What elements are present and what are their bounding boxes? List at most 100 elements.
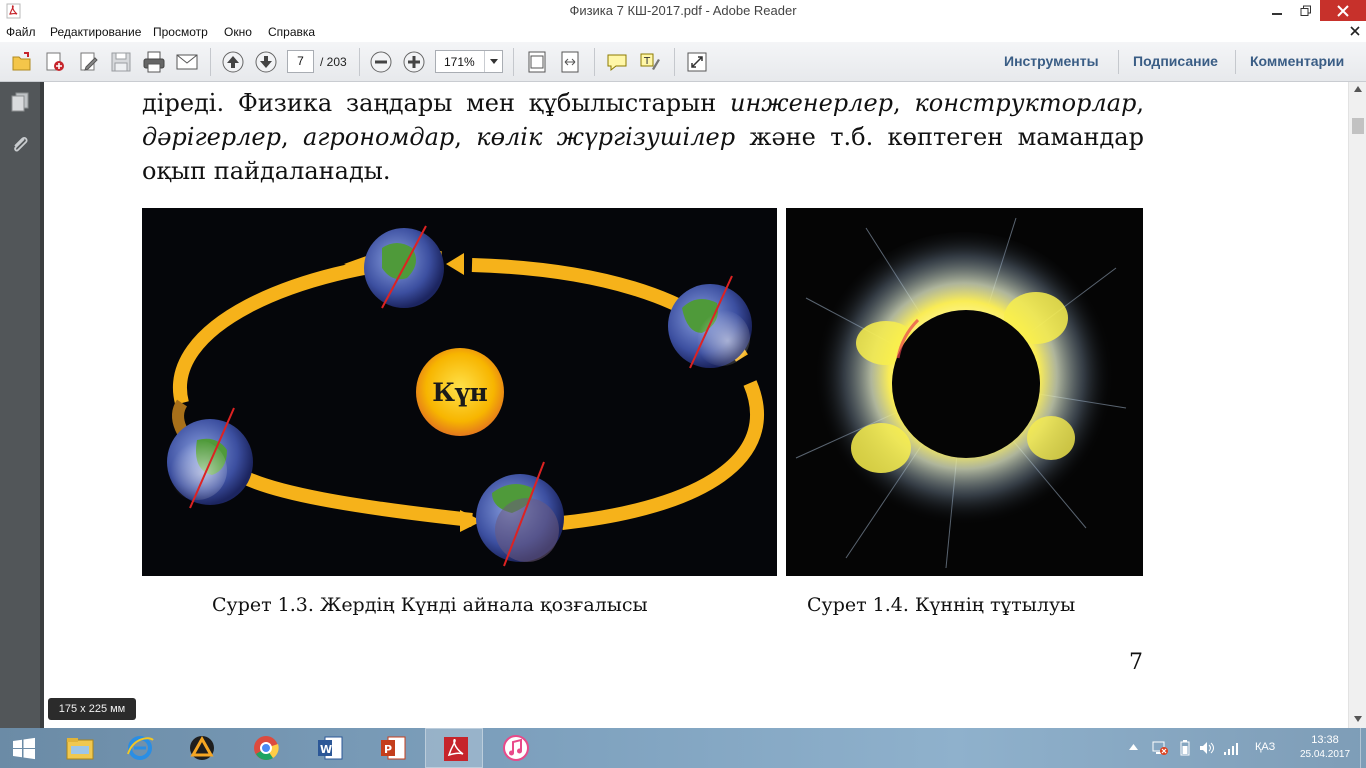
edit-button[interactable] <box>77 50 101 74</box>
file-explorer-icon <box>66 738 94 760</box>
close-icon <box>1337 4 1349 17</box>
save-icon <box>111 52 131 72</box>
page-number-input[interactable]: 7 <box>287 50 314 73</box>
document-view: діреді. Физика заңдары мен құбылыстарын … <box>44 82 1348 728</box>
taskbar-word[interactable]: W <box>300 728 358 768</box>
restore-icon <box>1300 5 1311 16</box>
fullscreen-icon <box>687 52 707 72</box>
windows-logo-icon <box>13 737 35 760</box>
zoom-select[interactable]: 171% <box>435 50 503 73</box>
toolbar-separator <box>1118 50 1119 74</box>
toolbar-separator <box>359 48 360 76</box>
menu-view[interactable]: Просмотр <box>153 25 208 39</box>
taskbar-aimp[interactable] <box>172 728 230 768</box>
itunes-icon <box>503 735 529 761</box>
volume-icon[interactable] <box>1199 740 1215 756</box>
minimize-button[interactable] <box>1262 0 1291 21</box>
page-up-icon <box>222 51 244 73</box>
minimize-icon <box>1271 12 1282 15</box>
tab-tools[interactable]: Инструменты <box>1004 53 1099 69</box>
close-document-icon[interactable] <box>1350 26 1360 36</box>
svg-text:T: T <box>643 56 651 67</box>
open-icon <box>12 52 31 71</box>
create-pdf-icon <box>46 52 64 71</box>
fit-width-icon <box>561 51 579 73</box>
page-thumbnails-icon[interactable] <box>9 91 31 113</box>
taskbar-chrome[interactable] <box>236 728 294 768</box>
main-toolbar: 7 / 203 171% T Инструменты Подписание Ко… <box>0 42 1366 82</box>
zoom-out-icon <box>370 51 392 73</box>
toolbar-separator <box>513 48 514 76</box>
next-page-button[interactable] <box>254 50 278 74</box>
tab-sign[interactable]: Подписание <box>1133 53 1218 69</box>
start-button[interactable] <box>0 728 48 768</box>
page-total: / 203 <box>320 55 347 69</box>
scroll-down-arrow-icon[interactable] <box>1354 716 1362 722</box>
solar-eclipse-figure <box>786 208 1143 576</box>
menu-window[interactable]: Окно <box>224 25 252 39</box>
zoom-dropdown-arrow[interactable] <box>484 51 502 72</box>
taskbar-itunes[interactable] <box>486 728 544 768</box>
signal-strength-icon[interactable] <box>1223 740 1239 756</box>
zoom-out-button[interactable] <box>369 50 393 74</box>
language-indicator[interactable]: ҚАЗ <box>1255 741 1275 753</box>
email-icon <box>176 54 198 70</box>
open-button[interactable] <box>10 50 34 74</box>
email-button[interactable] <box>175 50 199 74</box>
clock-time[interactable]: 13:38 <box>1302 734 1348 746</box>
sun-label: Күн <box>432 378 488 407</box>
battery-icon[interactable] <box>1180 740 1190 756</box>
window-title: Физика 7 КШ-2017.pdf - Adobe Reader <box>569 3 797 18</box>
figure-caption-1-4: Сурет 1.4. Күннің тұтылуы <box>807 594 1076 616</box>
zoom-value: 171% <box>444 55 475 69</box>
attachments-icon[interactable] <box>9 133 31 155</box>
chrome-icon <box>254 736 279 760</box>
aimp-icon <box>190 735 214 760</box>
tab-comment[interactable]: Комментарии <box>1250 53 1344 69</box>
menu-help[interactable]: Справка <box>268 25 315 39</box>
taskbar-ie[interactable] <box>110 728 168 768</box>
save-button[interactable] <box>109 50 133 74</box>
taskbar-powerpoint[interactable]: P <box>363 728 421 768</box>
taskbar-explorer[interactable] <box>50 728 108 768</box>
show-desktop-button[interactable] <box>1360 728 1366 768</box>
page-number-label: 7 <box>1129 650 1143 675</box>
navigation-pane <box>0 82 40 728</box>
chevron-down-icon <box>490 59 498 64</box>
powerpoint-icon: P <box>381 736 406 760</box>
fit-page-button[interactable] <box>525 50 549 74</box>
toolbar-separator <box>210 48 211 76</box>
fullscreen-button[interactable] <box>685 50 709 74</box>
scroll-up-arrow-icon[interactable] <box>1354 86 1362 92</box>
print-button[interactable] <box>142 50 166 74</box>
page-size-indicator: 175 x 225 мм <box>48 698 136 720</box>
previous-page-button[interactable] <box>221 50 245 74</box>
network-error-icon[interactable] <box>1152 740 1168 756</box>
adobe-reader-icon <box>444 737 468 761</box>
title-bar: Физика 7 КШ-2017.pdf - Adobe Reader <box>0 0 1366 22</box>
scrollbar-thumb[interactable] <box>1352 118 1364 134</box>
word-icon: W <box>318 736 343 760</box>
text-line-3: оқып пайдаланады. <box>142 157 391 185</box>
show-hidden-icons-icon[interactable] <box>1129 744 1138 750</box>
svg-text:P: P <box>384 743 392 756</box>
internet-explorer-icon <box>127 736 154 760</box>
vertical-scrollbar[interactable] <box>1348 82 1366 728</box>
taskbar-adobe-reader[interactable] <box>425 728 483 768</box>
menu-edit[interactable]: Редактирование <box>50 25 141 39</box>
clock-date[interactable]: 25.04.2017 <box>1294 749 1356 760</box>
print-icon <box>143 51 165 73</box>
taskbar: W P ҚАЗ 13:38 25.04.2017 <box>0 728 1366 768</box>
highlight-button[interactable]: T <box>638 50 662 74</box>
menu-file[interactable]: Файл <box>6 25 36 39</box>
svg-text:W: W <box>320 743 332 756</box>
create-pdf-button[interactable] <box>43 50 67 74</box>
fit-width-button[interactable] <box>558 50 582 74</box>
comment-button[interactable] <box>605 50 629 74</box>
restore-button[interactable] <box>1291 0 1320 21</box>
toolbar-separator <box>674 48 675 76</box>
highlight-icon: T <box>640 53 660 70</box>
zoom-in-button[interactable] <box>402 50 426 74</box>
close-button[interactable] <box>1320 0 1366 21</box>
menu-bar: Файл Редактирование Просмотр Окно Справк… <box>0 22 1366 42</box>
